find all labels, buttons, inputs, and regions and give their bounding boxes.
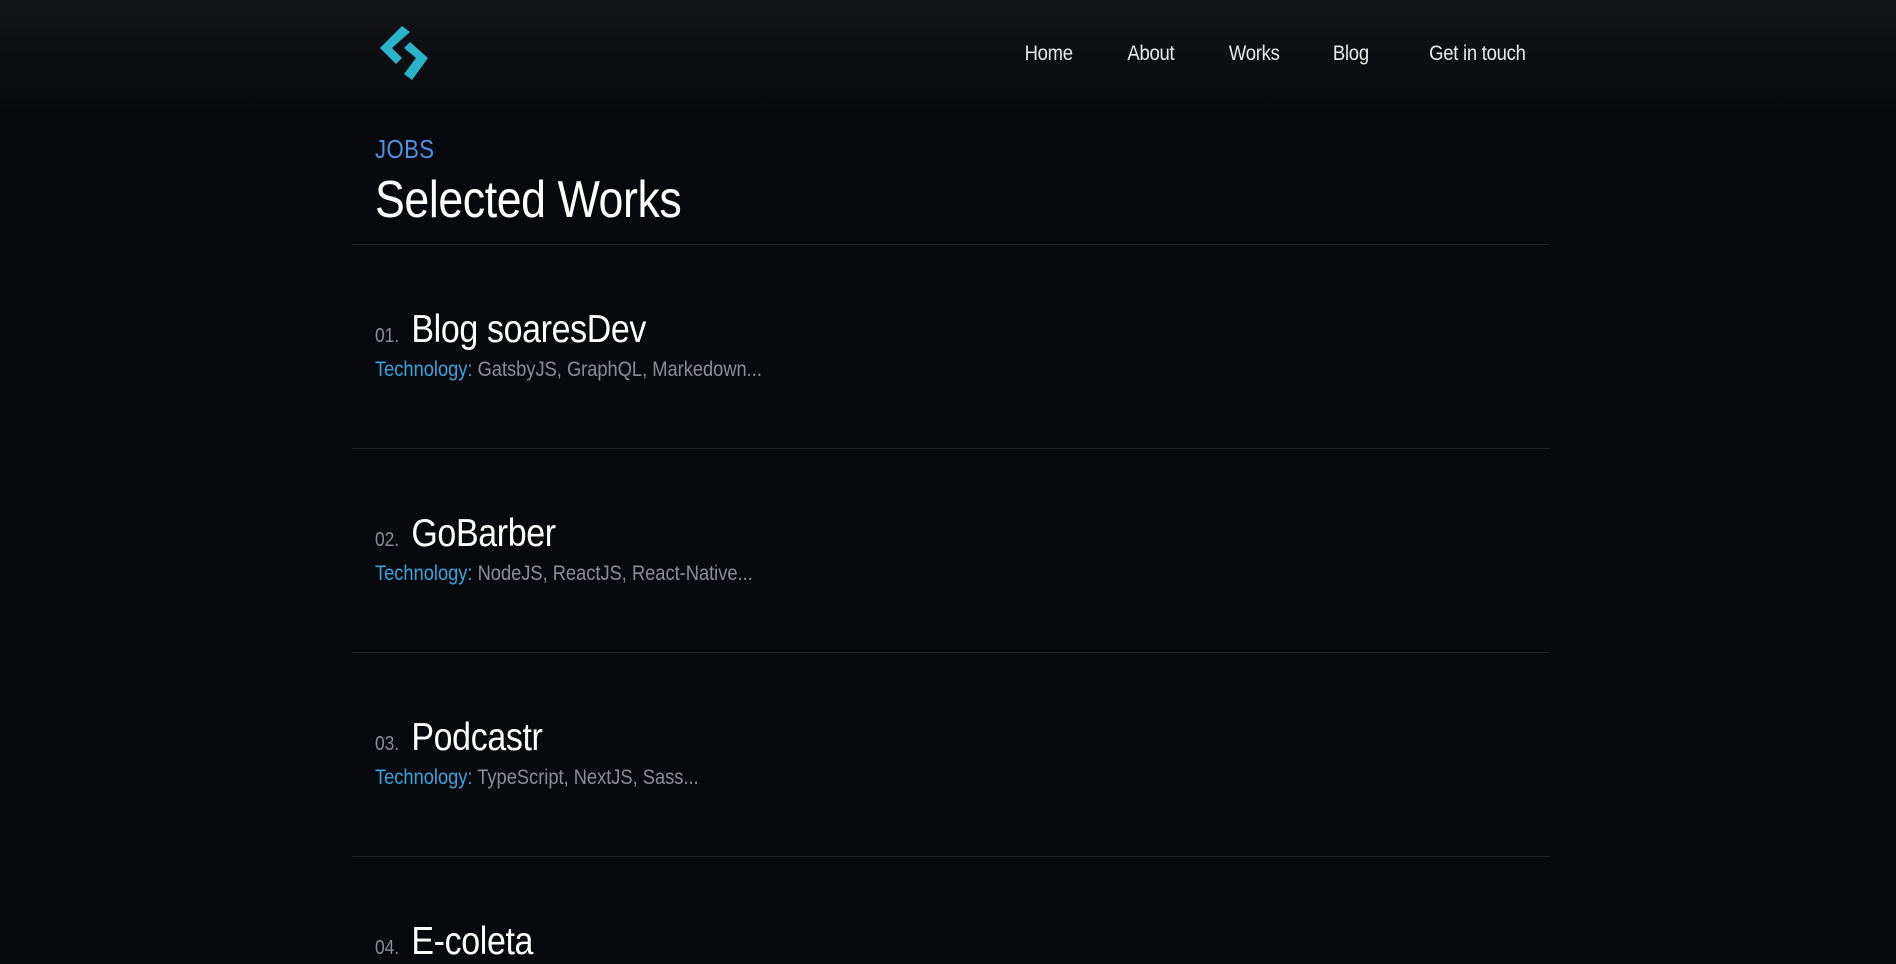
- work-header: 02. GoBarber: [375, 512, 1376, 556]
- work-number: 03.: [375, 733, 400, 755]
- top-navigation-bar: Home About Works Blog Get in touch: [0, 0, 1896, 110]
- divider: [352, 244, 1550, 245]
- divider: [352, 856, 1550, 857]
- nav-about-link[interactable]: About: [1127, 42, 1174, 66]
- work-technology: Technology: GatsbyJS, GraphQL, Markedown…: [375, 358, 1376, 382]
- section-eyebrow: JOBS: [375, 134, 435, 164]
- technology-label: Technology:: [375, 562, 473, 585]
- technology-label: Technology:: [375, 358, 473, 381]
- nav-home-link[interactable]: Home: [1024, 42, 1073, 66]
- work-technology: Technology: TypeScript, NextJS, Sass...: [375, 766, 1376, 790]
- technology-list: GatsbyJS, GraphQL, Markedown...: [477, 358, 762, 381]
- work-number: 04.: [375, 937, 400, 959]
- work-title[interactable]: E-coleta: [411, 920, 533, 964]
- nav-works-link[interactable]: Works: [1229, 42, 1280, 66]
- work-technology: Technology: NodeJS, ReactJS, React-Nativ…: [375, 562, 1376, 586]
- nav-get-in-touch-link[interactable]: Get in touch: [1430, 42, 1527, 66]
- work-title[interactable]: GoBarber: [411, 512, 556, 556]
- main-nav: Home About Works Blog Get in touch: [970, 42, 1526, 66]
- nav-blog-link[interactable]: Blog: [1332, 42, 1368, 66]
- technology-list: TypeScript, NextJS, Sass...: [477, 766, 699, 789]
- work-item[interactable]: 03. Podcastr Technology: TypeScript, Nex…: [375, 716, 1525, 790]
- code-chevrons-icon[interactable]: [380, 24, 432, 82]
- work-number: 02.: [375, 529, 400, 551]
- work-item[interactable]: 01. Blog soaresDev Technology: GatsbyJS,…: [375, 308, 1525, 382]
- work-number: 01.: [375, 325, 400, 347]
- divider: [352, 652, 1550, 653]
- work-header: 01. Blog soaresDev: [375, 308, 1376, 352]
- work-title[interactable]: Podcastr: [411, 716, 542, 760]
- work-title[interactable]: Blog soaresDev: [411, 308, 646, 352]
- work-item[interactable]: 04. E-coleta: [375, 920, 1525, 964]
- work-item[interactable]: 02. GoBarber Technology: NodeJS, ReactJS…: [375, 512, 1525, 586]
- work-header: 03. Podcastr: [375, 716, 1376, 760]
- page-title: Selected Works: [375, 171, 682, 229]
- divider: [352, 448, 1550, 449]
- section-heading: JOBS Selected Works: [375, 132, 731, 230]
- technology-label: Technology:: [375, 766, 473, 789]
- work-header: 04. E-coleta: [375, 920, 1376, 964]
- technology-list: NodeJS, ReactJS, React-Native...: [477, 562, 753, 585]
